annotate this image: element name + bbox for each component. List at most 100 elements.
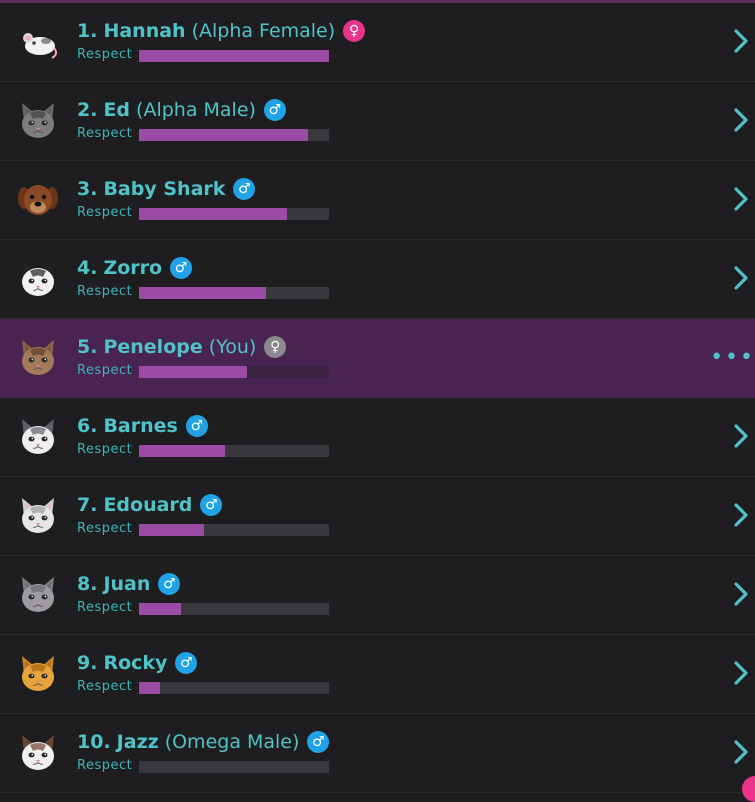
respect-bar <box>139 50 329 62</box>
member-row[interactable]: 5. Penelope (You) ♀ Respect ••• <box>0 319 755 398</box>
chevron-right-icon[interactable] <box>731 501 751 529</box>
notification-badge[interactable] <box>742 776 755 802</box>
member-row[interactable]: 1. Hannah (Alpha Female) ♀ Respect <box>0 3 755 82</box>
member-row[interactable]: 10. Jazz (Omega Male) ♂ Respect <box>0 714 755 793</box>
gray-cat-avatar <box>16 573 60 617</box>
brown-dog-avatar <box>16 178 60 222</box>
respect-label: Respect <box>77 758 133 773</box>
male-icon: ♂ <box>175 652 198 674</box>
member-title: (You) <box>208 336 257 358</box>
black-white-cat-avatar <box>16 257 60 301</box>
respect-label: Respect <box>77 521 133 536</box>
member-name-line: 2. Ed (Alpha Male) ♂ <box>77 96 286 124</box>
respect-bar <box>139 208 329 220</box>
member-name-line: 1. Hannah (Alpha Female) ♀ <box>77 17 366 45</box>
member-name: Jazz <box>116 731 159 753</box>
female-icon: ♀ <box>264 336 287 358</box>
member-name: Barnes <box>103 415 178 437</box>
respect-bar-fill <box>139 287 267 299</box>
respect-label: Respect <box>77 47 133 62</box>
chevron-right-icon[interactable] <box>731 422 751 450</box>
chevron-right-icon[interactable] <box>731 27 751 55</box>
respect-bar <box>139 445 329 457</box>
chevron-right-icon[interactable] <box>731 106 751 134</box>
member-row[interactable]: 4. Zorro ♂ Respect <box>0 240 755 319</box>
respect-bar-fill <box>139 50 329 62</box>
member-name-line: 10. Jazz (Omega Male) ♂ <box>77 728 330 756</box>
orange-cat-avatar <box>16 652 60 696</box>
member-row[interactable]: 6. Barnes ♂ Respect <box>0 398 755 477</box>
member-name-line: 5. Penelope (You) ♀ <box>77 333 287 361</box>
member-rank: 2. <box>77 99 98 121</box>
chevron-right-icon[interactable] <box>731 659 751 687</box>
member-rank: 6. <box>77 415 98 437</box>
member-rank: 5. <box>77 336 98 358</box>
male-icon: ♂ <box>263 99 286 121</box>
chevron-right-icon[interactable] <box>731 738 751 766</box>
respect-label: Respect <box>77 363 133 378</box>
member-rank: 9. <box>77 652 98 674</box>
respect-label: Respect <box>77 679 133 694</box>
member-rank: 10. <box>77 731 111 753</box>
respect-bar-fill <box>139 208 288 220</box>
respect-bar-fill <box>139 682 160 694</box>
chevron-right-icon[interactable] <box>731 580 751 608</box>
member-rank: 3. <box>77 178 98 200</box>
member-row[interactable]: 8. Juan ♂ Respect <box>0 556 755 635</box>
member-name-line: 9. Rocky ♂ <box>77 649 198 677</box>
respect-bar <box>139 603 329 615</box>
member-row[interactable]: 3. Baby Shark ♂ Respect <box>0 161 755 240</box>
member-rank: 1. <box>77 20 98 42</box>
member-row[interactable]: 9. Rocky ♂ Respect <box>0 635 755 714</box>
chevron-right-icon[interactable] <box>731 185 751 213</box>
member-row[interactable]: 2. Ed (Alpha Male) ♂ Respect <box>0 82 755 161</box>
respect-label: Respect <box>77 600 133 615</box>
member-name-line: 8. Juan ♂ <box>77 570 181 598</box>
member-name-line: 7. Edouard ♂ <box>77 491 223 519</box>
white-cat-avatar <box>16 494 60 538</box>
member-rank: 7. <box>77 494 98 516</box>
respect-bar <box>139 287 329 299</box>
member-name: Hannah <box>103 20 186 42</box>
member-name: Penelope <box>103 336 203 358</box>
respect-bar-fill <box>139 445 225 457</box>
member-rank: 4. <box>77 257 98 279</box>
respect-bar <box>139 682 329 694</box>
male-icon: ♂ <box>158 573 181 595</box>
respect-label: Respect <box>77 442 133 457</box>
member-rank: 8. <box>77 573 98 595</box>
member-name: Rocky <box>103 652 168 674</box>
member-name: Juan <box>103 573 151 595</box>
respect-bar <box>139 524 329 536</box>
pack-hierarchy-list: 1. Hannah (Alpha Female) ♀ Respect 2. Ed <box>0 3 755 793</box>
brown-white-cat-avatar <box>16 731 60 775</box>
more-options-icon[interactable]: ••• <box>710 345 755 370</box>
respect-bar-fill <box>139 366 248 378</box>
member-name-line: 3. Baby Shark ♂ <box>77 175 256 203</box>
member-name-line: 4. Zorro ♂ <box>77 254 193 282</box>
gray-white-cat-avatar <box>16 415 60 459</box>
male-icon: ♂ <box>170 257 193 279</box>
male-icon: ♂ <box>200 494 223 516</box>
member-name: Baby Shark <box>103 178 226 200</box>
respect-label: Respect <box>77 205 133 220</box>
member-name: Zorro <box>103 257 163 279</box>
member-title: (Alpha Male) <box>136 99 256 121</box>
male-icon: ♂ <box>185 415 208 437</box>
member-title: (Alpha Female) <box>191 20 336 42</box>
male-icon: ♂ <box>233 178 256 200</box>
respect-label: Respect <box>77 284 133 299</box>
chevron-right-icon[interactable] <box>731 264 751 292</box>
respect-bar <box>139 129 329 141</box>
member-name: Ed <box>103 99 131 121</box>
member-row[interactable]: 7. Edouard ♂ Respect <box>0 477 755 556</box>
gray-tabby-cat-avatar <box>16 99 60 143</box>
female-icon: ♀ <box>343 20 366 42</box>
respect-bar <box>139 366 329 378</box>
member-name-line: 6. Barnes ♂ <box>77 412 208 440</box>
tabby-cat-avatar <box>16 336 60 380</box>
respect-bar <box>139 761 329 773</box>
respect-bar-fill <box>139 524 204 536</box>
rat-avatar <box>16 20 60 64</box>
respect-bar-fill <box>139 129 309 141</box>
